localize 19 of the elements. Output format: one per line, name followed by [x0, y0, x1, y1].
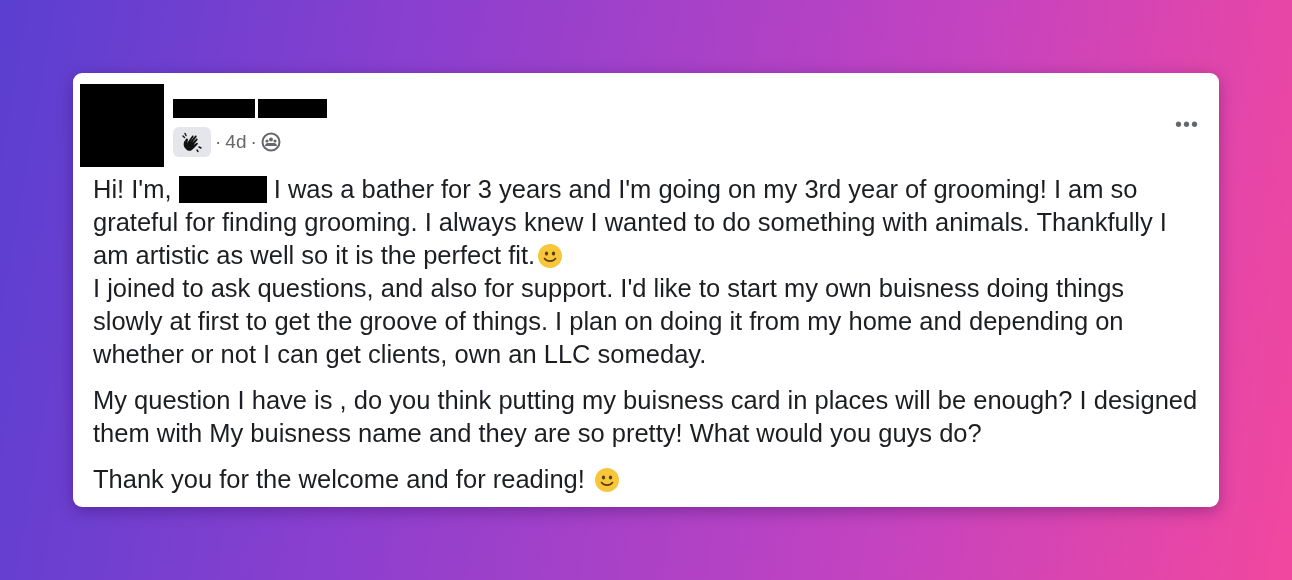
post-text: am artistic as well so it is the perfect fit.	[93, 241, 536, 270]
post-meta: ·	[250, 131, 257, 153]
post-meta: 4d	[225, 131, 247, 153]
post-text: Hi! I'm,	[93, 175, 173, 204]
post-text: My question I have is , do you think putting my buisness card in places will be enough? I designed	[93, 386, 1198, 415]
post-meta: ·	[215, 131, 222, 153]
waving-hand-badge[interactable]	[173, 127, 211, 157]
smiley-icon	[593, 466, 620, 493]
group-icon	[260, 132, 281, 152]
redaction-bar	[258, 99, 327, 118]
post-text: Thank you for the welcome and for reading!	[93, 465, 586, 494]
post-text: them with My buisness name and they are so pretty! What would you guys do?	[93, 419, 982, 448]
post-text: slowly at first to get the groove of things. I plan on doing it from my home and depending on	[93, 307, 1124, 336]
post-text: grateful for finding grooming. I always knew I wanted to do something with animals. Thankfully I	[93, 208, 1167, 237]
more-options-button[interactable]: •••	[1175, 109, 1199, 140]
smiley-icon	[537, 242, 564, 269]
post-text: I was a bather for 3 years and I'm going on my 3rd year of grooming! I am so	[272, 175, 1138, 204]
post-text: I joined to ask questions, and also for support. I'd like to start my own buisness doing things	[93, 274, 1125, 303]
post-text: whether or not I can get clients, own an LLC someday.	[93, 340, 707, 369]
